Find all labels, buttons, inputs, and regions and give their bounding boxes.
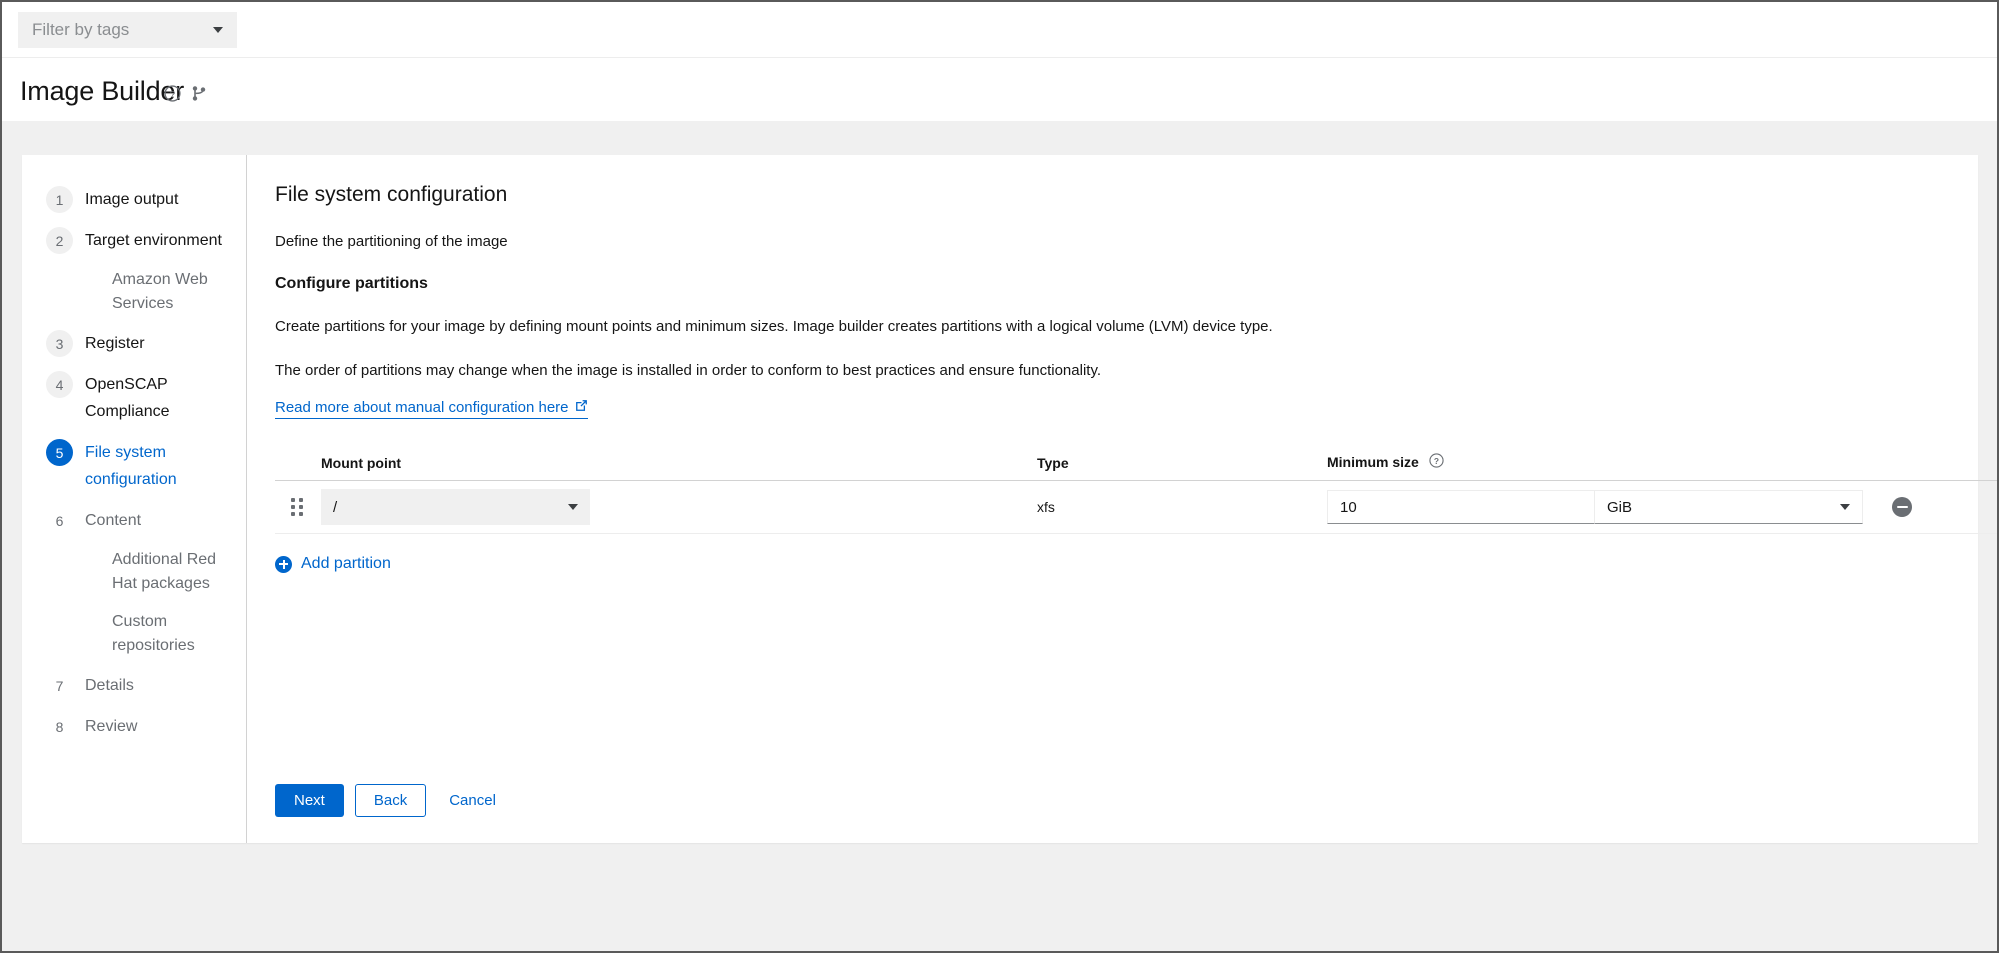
description-paragraph-1: Create partitions for your image by defi… bbox=[275, 317, 1273, 335]
minimum-size-cell: GiB bbox=[1327, 490, 1997, 524]
sidebar-item-label: Review bbox=[85, 718, 138, 735]
chevron-down-icon bbox=[213, 27, 223, 33]
column-header-type: Type bbox=[1037, 455, 1069, 471]
sidebar-item-target-environment[interactable]: 2 Target environment bbox=[22, 220, 246, 261]
sidebar-item-amazon-web-services[interactable]: Amazon Web Services bbox=[22, 261, 246, 323]
page-title-icons: ? bbox=[164, 85, 207, 102]
partitions-table: Mount point Type Minimum size ? / xfs 10… bbox=[275, 453, 1997, 534]
sidebar-item-register[interactable]: 3 Register bbox=[22, 323, 246, 364]
app-window: Filter by tags Image Builder ? 1 Image o… bbox=[0, 0, 1999, 953]
type-cell: xfs bbox=[1037, 499, 1055, 515]
sidebar-item-content[interactable]: 6 Content bbox=[22, 500, 246, 541]
mount-point-value: / bbox=[333, 498, 338, 516]
add-partition-row: Add partition bbox=[275, 555, 1997, 578]
sidebar-item-label: Register bbox=[85, 335, 145, 352]
size-unit-select[interactable]: GiB bbox=[1595, 490, 1863, 524]
section-title: Configure partitions bbox=[275, 274, 428, 292]
size-unit-value: GiB bbox=[1607, 498, 1633, 516]
column-header-minimum-size-label: Minimum size bbox=[1327, 454, 1419, 470]
next-button[interactable]: Next bbox=[275, 784, 344, 817]
sidebar-item-label: Amazon Web Services bbox=[112, 271, 208, 312]
minus-circle-icon bbox=[1896, 505, 1908, 509]
grip-vertical-icon[interactable] bbox=[291, 498, 305, 516]
sidebar-item-label: File system configuration bbox=[85, 444, 177, 488]
sidebar-item-label: Content bbox=[85, 512, 142, 529]
manual-configuration-link[interactable]: Read more about manual configuration her… bbox=[275, 399, 588, 419]
tag-filter-dropdown[interactable]: Filter by tags bbox=[18, 12, 237, 48]
sidebar-item-label: Image output bbox=[85, 191, 179, 208]
table-row: / xfs GiB bbox=[275, 481, 1997, 534]
page-title: Image Builder bbox=[20, 76, 184, 106]
chevron-down-icon bbox=[568, 504, 578, 510]
wizard-steps-nav: 1 Image output 2 Target environment Amaz… bbox=[22, 155, 247, 843]
step-subtitle: Define the partitioning of the image bbox=[275, 233, 508, 250]
chevron-down-icon bbox=[1840, 504, 1850, 510]
column-header-minimum-size: Minimum size ? bbox=[1327, 453, 1997, 471]
question-circle-icon[interactable]: ? bbox=[164, 85, 181, 102]
sidebar-item-custom-repositories[interactable]: Custom repositories bbox=[22, 603, 246, 665]
sidebar-item-openscap-compliance[interactable]: 4 OpenSCAP Compliance bbox=[22, 364, 246, 432]
step-title: File system configuration bbox=[275, 183, 508, 206]
doc-link-row: Read more about manual configuration her… bbox=[275, 399, 1997, 419]
wizard-footer: Next Back Cancel bbox=[275, 784, 508, 817]
sidebar-item-label: Details bbox=[85, 677, 134, 694]
minimum-size-group: GiB bbox=[1327, 490, 1863, 524]
step-number: 8 bbox=[55, 718, 64, 735]
add-partition-button[interactable]: Add partition bbox=[275, 555, 391, 573]
step-number: 7 bbox=[55, 677, 64, 694]
sidebar-item-file-system-configuration[interactable]: 5 File system configuration bbox=[22, 432, 246, 500]
description-paragraph-2: The order of partitions may change when … bbox=[275, 361, 1101, 379]
sidebar-item-review[interactable]: 8 Review bbox=[22, 706, 246, 747]
external-link-icon bbox=[575, 399, 588, 418]
svg-text:?: ? bbox=[170, 89, 175, 100]
tag-filter-label: Filter by tags bbox=[32, 20, 130, 39]
sidebar-item-details[interactable]: 7 Details bbox=[22, 665, 246, 706]
step-number: 4 bbox=[46, 371, 73, 398]
manual-configuration-link-label: Read more about manual configuration her… bbox=[275, 399, 569, 417]
top-toolbar: Filter by tags bbox=[2, 2, 1997, 58]
sidebar-item-additional-red-hat-packages[interactable]: Additional Red Hat packages bbox=[22, 541, 246, 603]
cancel-button[interactable]: Cancel bbox=[437, 784, 508, 817]
step-number: 6 bbox=[55, 512, 64, 529]
page-header: Image Builder ? bbox=[2, 59, 1997, 121]
step-number: 2 bbox=[46, 227, 73, 254]
code-branch-icon[interactable] bbox=[191, 85, 207, 102]
mount-point-cell: / bbox=[321, 489, 1037, 525]
wizard-content-panel: File system configuration Define the par… bbox=[247, 155, 1997, 843]
remove-partition-button[interactable] bbox=[1892, 497, 1912, 517]
partitions-table-header: Mount point Type Minimum size ? bbox=[275, 453, 1997, 481]
sidebar-item-label: Custom repositories bbox=[112, 613, 195, 654]
step-number: 1 bbox=[46, 186, 73, 213]
step-number: 5 bbox=[46, 439, 73, 466]
back-button[interactable]: Back bbox=[354, 784, 427, 817]
plus-circle-icon bbox=[275, 555, 292, 573]
sidebar-item-label: OpenSCAP Compliance bbox=[85, 376, 170, 420]
svg-text:?: ? bbox=[1434, 456, 1439, 466]
step-number: 3 bbox=[46, 330, 73, 357]
question-circle-icon[interactable]: ? bbox=[1429, 453, 1444, 471]
wizard-card: 1 Image output 2 Target environment Amaz… bbox=[22, 155, 1997, 843]
add-partition-label: Add partition bbox=[301, 555, 391, 572]
sidebar-item-image-output[interactable]: 1 Image output bbox=[22, 179, 246, 220]
mount-point-select[interactable]: / bbox=[321, 489, 590, 525]
minimum-size-input[interactable] bbox=[1327, 490, 1595, 524]
column-header-mount-point: Mount point bbox=[321, 455, 402, 471]
row-drag-cell bbox=[275, 498, 321, 516]
sidebar-item-label: Target environment bbox=[85, 232, 222, 249]
sidebar-item-label: Additional Red Hat packages bbox=[112, 551, 217, 592]
